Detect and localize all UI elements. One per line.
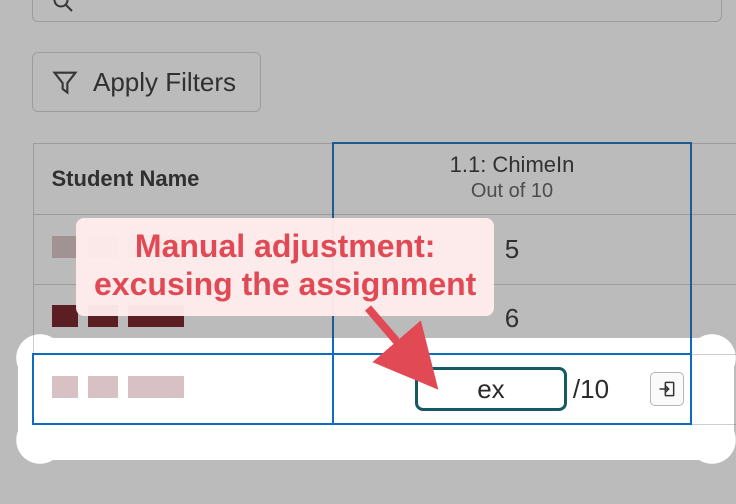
column-tail <box>691 143 736 214</box>
table-row: 6 <box>33 284 736 354</box>
grade-detail-button[interactable] <box>650 372 684 406</box>
assignment-title: 1.1: ChimeIn <box>334 152 690 178</box>
gradebook-table: Student Name 1.1: ChimeIn Out of 10 5 <box>32 142 736 425</box>
filter-icon <box>51 68 79 96</box>
student-name-header[interactable]: Student Name <box>33 143 333 214</box>
cell-tail <box>691 284 736 354</box>
table-row-active: /10 <box>33 354 736 424</box>
student-name-cell[interactable] <box>33 354 333 424</box>
grade-edit-wrap: /10 <box>334 367 690 411</box>
grade-value: 5 <box>505 234 519 264</box>
grade-cell[interactable]: 6 <box>333 284 691 354</box>
grade-input[interactable] <box>415 367 567 411</box>
grade-cell[interactable]: 5 <box>333 214 691 284</box>
cell-tail <box>691 214 736 284</box>
grade-denominator: /10 <box>573 374 609 405</box>
apply-filters-label: Apply Filters <box>93 67 236 98</box>
search-input-stub[interactable] <box>32 0 722 22</box>
apply-filters-button[interactable]: Apply Filters <box>32 52 261 112</box>
redacted-name <box>52 236 184 258</box>
grade-value: 6 <box>505 303 519 333</box>
redacted-name <box>52 376 184 398</box>
cell-tail <box>691 354 736 424</box>
table-row: 5 <box>33 214 736 284</box>
redacted-name <box>52 305 184 327</box>
assignment-subtitle: Out of 10 <box>334 180 690 203</box>
student-name-cell[interactable] <box>33 284 333 354</box>
grade-cell-active[interactable]: /10 <box>333 354 691 424</box>
gradebook-page: Apply Filters Student Name 1.1: ChimeIn … <box>0 0 736 504</box>
search-icon <box>51 0 75 14</box>
assignment-header[interactable]: 1.1: ChimeIn Out of 10 <box>333 143 691 214</box>
student-name-cell[interactable] <box>33 214 333 284</box>
arrow-into-box-icon <box>657 379 677 399</box>
student-name-header-label: Student Name <box>52 166 200 191</box>
